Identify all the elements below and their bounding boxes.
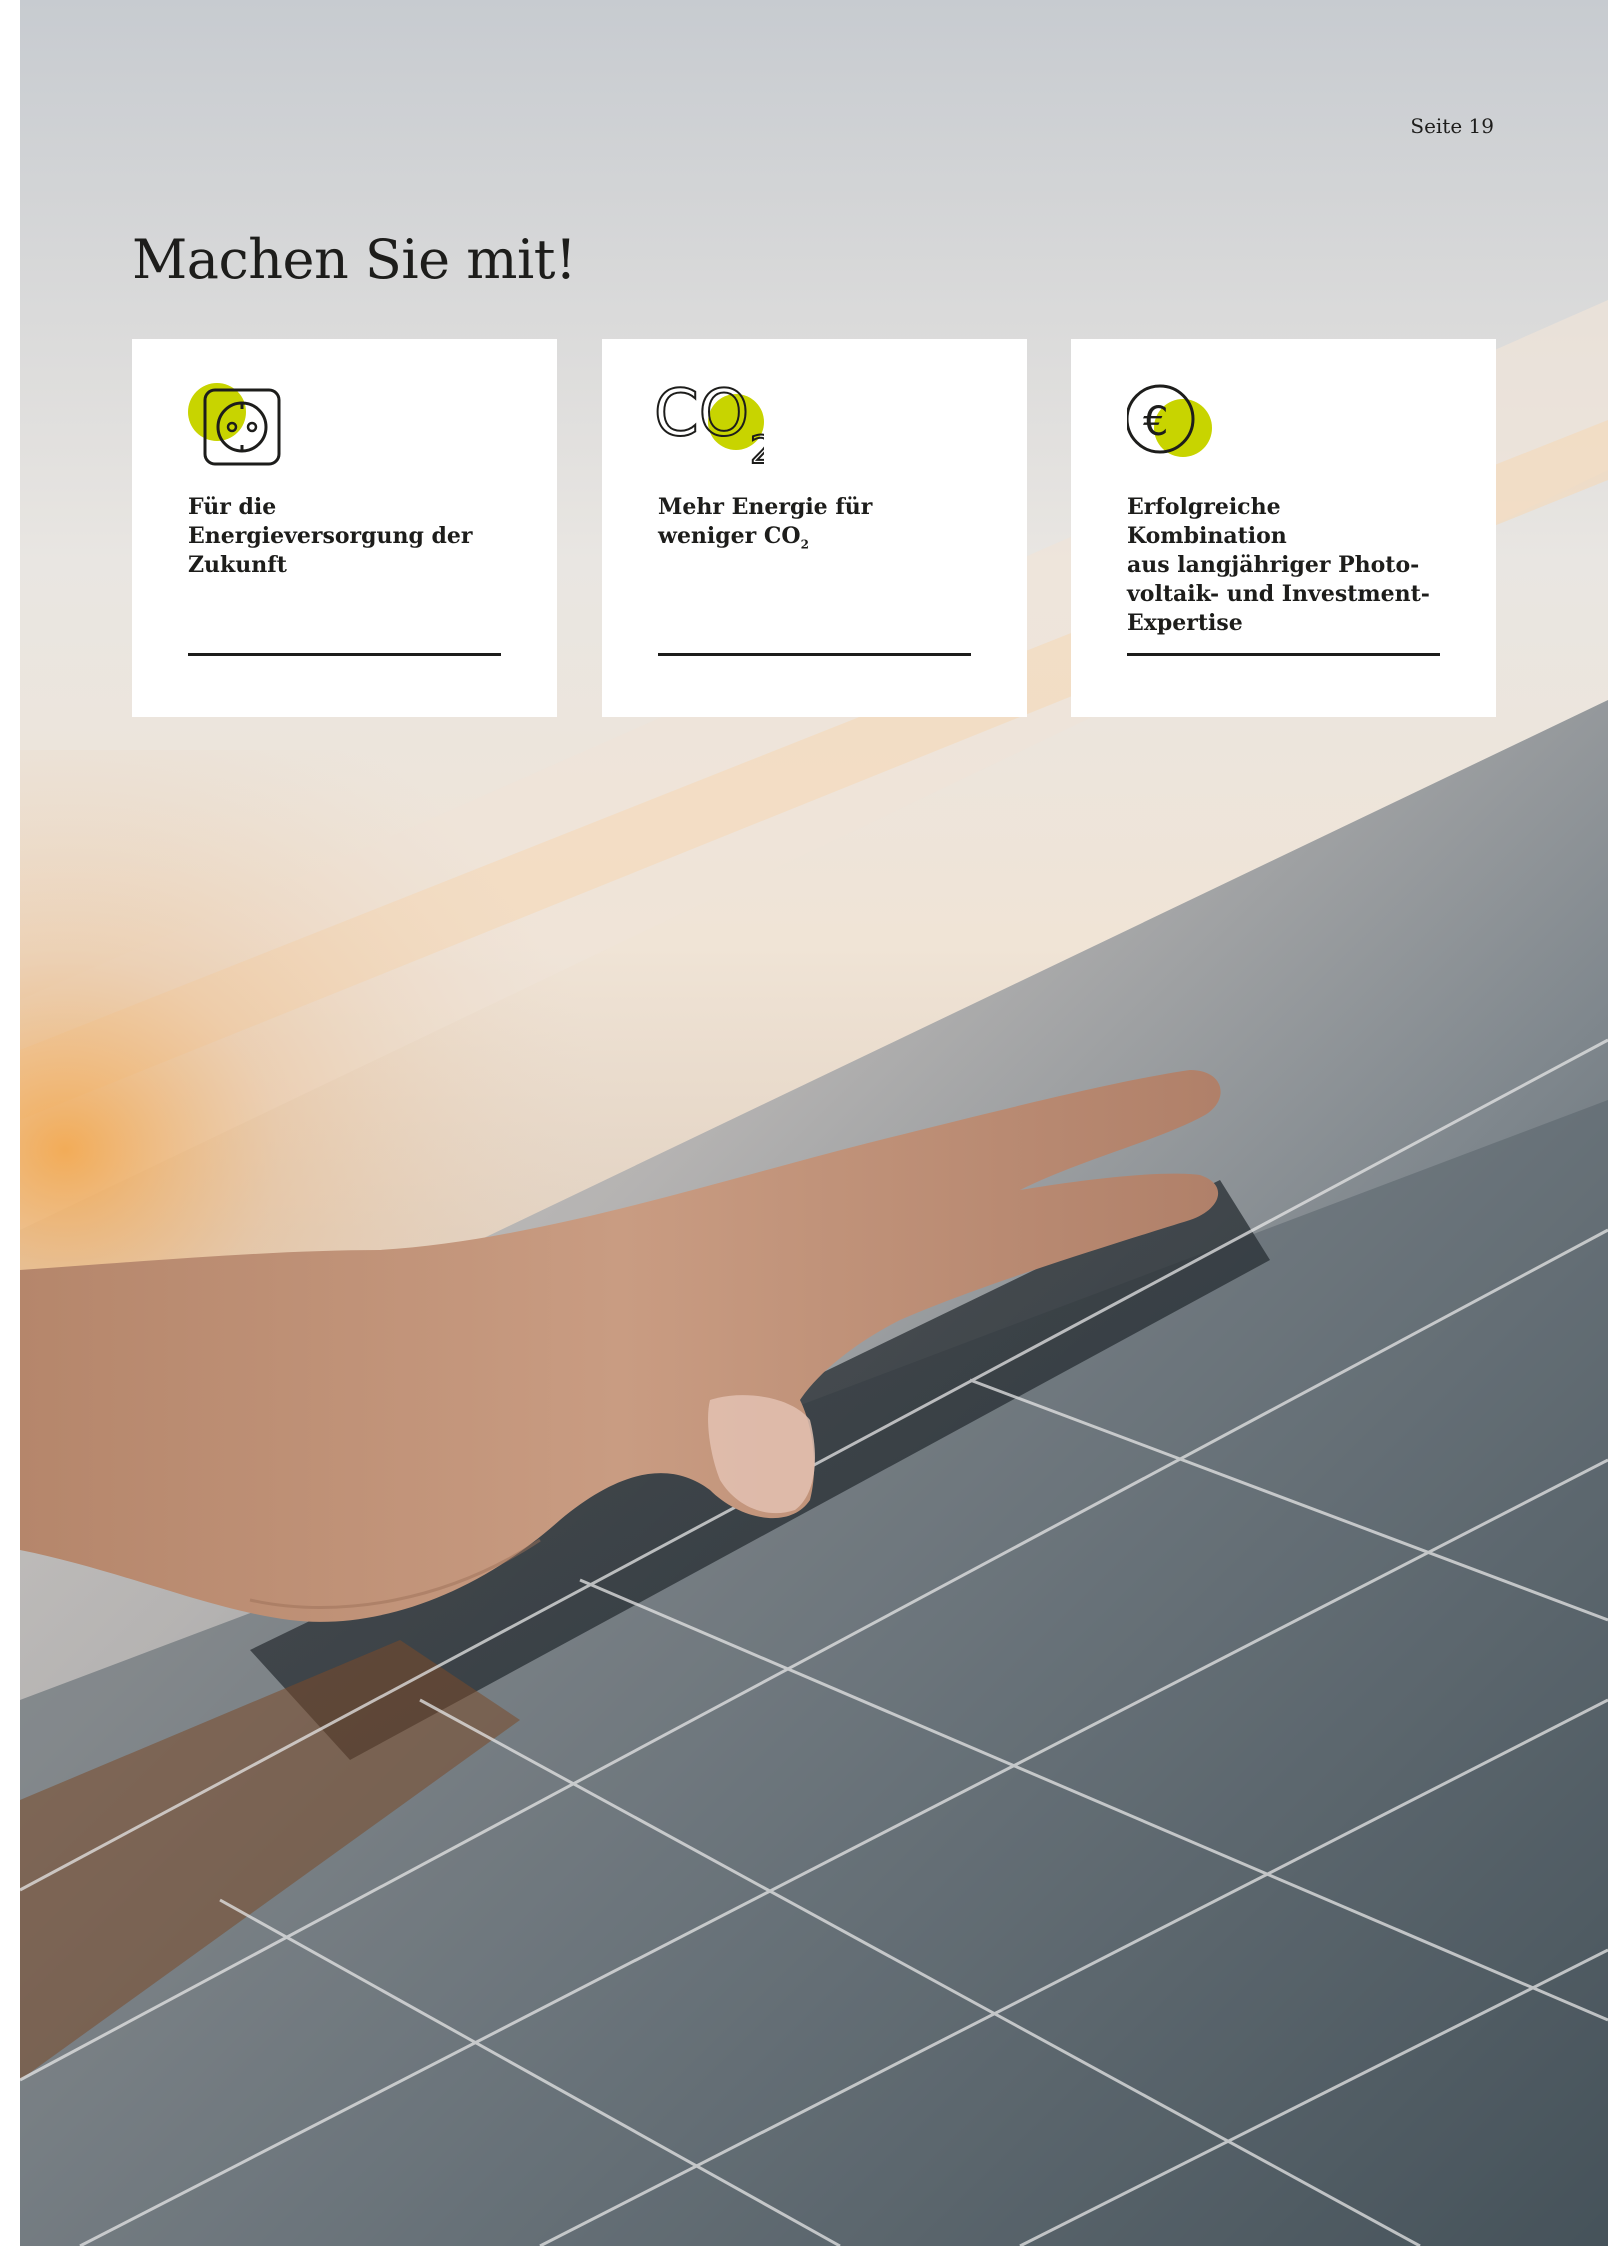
card-text-line: voltaik- und Investment- (1127, 581, 1430, 607)
co2-subscript: 2 (800, 537, 809, 552)
feature-card-energy-supply: Für die Energieversorgung der Zukunft (132, 339, 557, 717)
card-text-line: aus langjähriger Photo- (1127, 552, 1420, 578)
card-divider (1127, 653, 1440, 656)
svg-text:CO: CO (654, 377, 749, 451)
card-divider (188, 653, 501, 656)
card-text-line: Erfolgreiche Kombination (1127, 494, 1287, 549)
svg-text:2: 2 (750, 428, 764, 465)
hand-on-solar-panel-photo (20, 0, 1608, 2246)
svg-text:€: € (1143, 399, 1168, 445)
brochure-page: Seite 19 Machen Sie mit! Für die Energie… (20, 0, 1608, 2246)
card-text-line: Expertise (1127, 610, 1243, 636)
card-text-energy-supply: Für die Energieversorgung der Zukunft (188, 494, 473, 578)
card-divider (658, 653, 971, 656)
euro-coin-icon: € (1127, 384, 1212, 457)
page-number: Seite 19 (1410, 114, 1494, 138)
card-text-co2-main: Mehr Energie für weniger CO (658, 494, 873, 549)
card-text-co2: Mehr Energie für weniger CO2 (658, 493, 908, 551)
co2-icon: CO 2 (654, 376, 764, 465)
card-text-investment: Erfolgreiche Kombination aus langjährige… (1127, 493, 1447, 638)
feature-card-co2: CO 2 Mehr Energie für weniger CO2 (602, 339, 1027, 717)
power-socket-icon (188, 383, 281, 466)
feature-card-investment: € Erfolgreiche Kombination aus langjähri… (1071, 339, 1496, 717)
page-title: Machen Sie mit! (132, 228, 577, 291)
